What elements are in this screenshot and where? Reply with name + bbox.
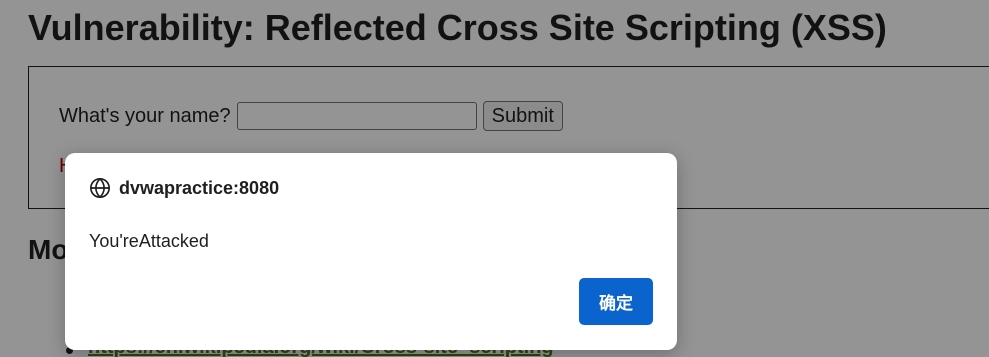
globe-icon [90,178,110,198]
dialog-origin: dvwapractice:8080 [119,177,280,198]
ok-button[interactable]: 确定 [579,278,653,325]
browser-page: Vulnerability: Reflected Cross Site Scri… [0,0,989,357]
alert-dialog: dvwapractice:8080 You'reAttacked 确定 [65,153,677,350]
dialog-header: dvwapractice:8080 [89,177,279,199]
dialog-message: You'reAttacked [89,231,209,251]
